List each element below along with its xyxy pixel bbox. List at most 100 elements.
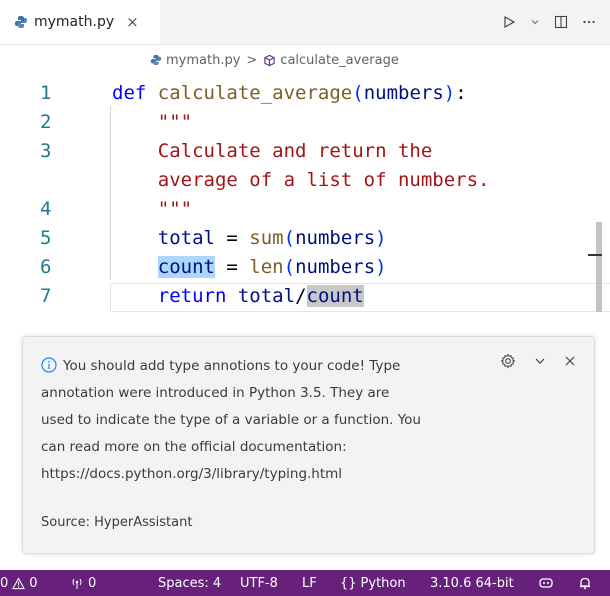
status-language[interactable]: {} Python	[340, 570, 406, 596]
tab-close-button[interactable]: ×	[126, 13, 139, 31]
code-token: numbers	[295, 226, 376, 249]
notification-close-button[interactable]	[564, 355, 576, 367]
notification-text-line-3: used to indicate the type of a variable …	[41, 412, 421, 428]
code-token: :	[455, 81, 467, 104]
code-token: len	[249, 255, 284, 278]
code-token: =	[214, 255, 250, 278]
more-actions-button[interactable]	[582, 15, 596, 29]
line-number: 7	[40, 284, 52, 307]
code-token: =	[214, 226, 250, 249]
status-indentation[interactable]: Spaces: 4	[158, 570, 221, 596]
code-line[interactable]: 3 Calculate and return the	[0, 136, 610, 165]
code-token: )	[375, 226, 387, 249]
code-token: sum	[249, 226, 284, 249]
code-text: total = sum(numbers)	[112, 227, 387, 249]
line-number: 1	[40, 81, 52, 104]
code-token: /	[295, 284, 307, 307]
ports-count: 0	[88, 575, 97, 591]
gear-icon	[500, 353, 516, 369]
code-token: (	[283, 255, 296, 278]
code-token: )	[443, 81, 456, 104]
split-editor-icon	[554, 15, 568, 29]
breadcrumb-separator: >	[246, 52, 258, 68]
code-line[interactable]: 7 return total/count	[0, 281, 610, 310]
notification-settings-button[interactable]	[500, 353, 516, 369]
status-encoding[interactable]: UTF-8	[240, 570, 278, 596]
status-eol[interactable]: LF	[302, 570, 317, 596]
notification-controls	[500, 353, 576, 369]
language-label: Python	[360, 575, 406, 591]
status-notifications[interactable]	[578, 570, 592, 596]
code-token: )	[375, 255, 387, 278]
breadcrumb-file-label: mymath.py	[166, 52, 241, 68]
notification-text-line-2: annotation were introduced in Python 3.5…	[41, 385, 390, 401]
info-icon	[41, 357, 57, 373]
line-number: 3	[40, 139, 52, 162]
language-braces-icon: {}	[340, 575, 357, 591]
code-token: (	[352, 81, 364, 104]
chevron-down-icon	[531, 20, 539, 25]
notification-source: Source: HyperAssistant	[41, 515, 193, 530]
code-text: Calculate and return the	[112, 139, 433, 162]
status-problems[interactable]: 0 0	[0, 570, 38, 596]
error-count: 0	[0, 575, 9, 591]
close-icon	[565, 356, 575, 366]
code-token: calculate_average	[157, 81, 353, 104]
line-number: 5	[40, 226, 52, 249]
code-token: Calculate and return the	[112, 139, 433, 162]
bell-icon	[580, 577, 590, 590]
breadcrumb-symbol-label: calculate_average	[280, 52, 399, 68]
ellipsis-icon	[583, 20, 595, 24]
code-line[interactable]: 2 """	[0, 107, 610, 136]
notification-text-line-1: You should add type annotions to your co…	[63, 358, 401, 374]
editor-actions	[502, 0, 596, 44]
tab-mymath[interactable]: mymath.py ×	[0, 0, 160, 44]
breadcrumb-symbol[interactable]: calculate_average	[263, 53, 399, 68]
line-number: 6	[40, 255, 52, 278]
code-token: """	[112, 197, 193, 220]
code-text: def calculate_average(numbers):	[112, 82, 467, 104]
code-token: numbers	[295, 255, 376, 278]
status-interpreter[interactable]: 3.10.6 64-bit	[430, 570, 514, 596]
code-token: count	[157, 255, 215, 278]
broadcast-icon	[72, 578, 82, 589]
line-number: 4	[40, 197, 52, 220]
code-editor[interactable]: 1 def calculate_average(numbers): 2 """ 3 C…	[0, 72, 610, 317]
code-line[interactable]: average of a list of numbers.	[0, 165, 610, 194]
code-line[interactable]: 4 """	[0, 194, 610, 223]
tab-label: mymath.py	[34, 14, 115, 30]
code-token: total	[237, 284, 296, 307]
code-token: (	[283, 226, 296, 249]
run-dropdown-button[interactable]	[530, 17, 540, 27]
python-file-icon	[15, 16, 27, 28]
code-line[interactable]: 6 count = len(numbers)	[0, 252, 610, 281]
code-token: total	[157, 226, 215, 249]
status-bar: 0 0 0 Spaces: 4 UTF-8 LF {} Python 3.10.…	[0, 570, 610, 596]
breadcrumb: mymath.py > calculate_average	[150, 50, 399, 70]
code-text: return total/count	[112, 284, 364, 307]
warning-count: 0	[29, 575, 38, 591]
chevron-down-icon	[535, 358, 545, 364]
split-editor-button[interactable]	[554, 15, 568, 29]
code-line[interactable]: 1 def calculate_average(numbers):	[0, 78, 610, 107]
editor-scrollbar[interactable]	[588, 172, 606, 322]
warning-icon	[12, 576, 26, 589]
breadcrumb-file[interactable]: mymath.py	[150, 53, 240, 68]
notification-collapse-button[interactable]	[534, 355, 546, 367]
scrollbar-thumb[interactable]	[596, 222, 602, 312]
code-token: numbers	[363, 81, 444, 104]
code-token: """	[112, 110, 193, 133]
status-copilot[interactable]	[538, 570, 554, 596]
code-text: """	[112, 198, 192, 220]
code-token: count	[306, 284, 364, 307]
code-line[interactable]: 5 total = sum(numbers)	[0, 223, 610, 252]
status-ports[interactable]: 0	[70, 570, 96, 596]
code-text: count = len(numbers)	[112, 255, 387, 278]
run-button[interactable]	[502, 15, 516, 29]
code-token: def	[112, 81, 147, 104]
